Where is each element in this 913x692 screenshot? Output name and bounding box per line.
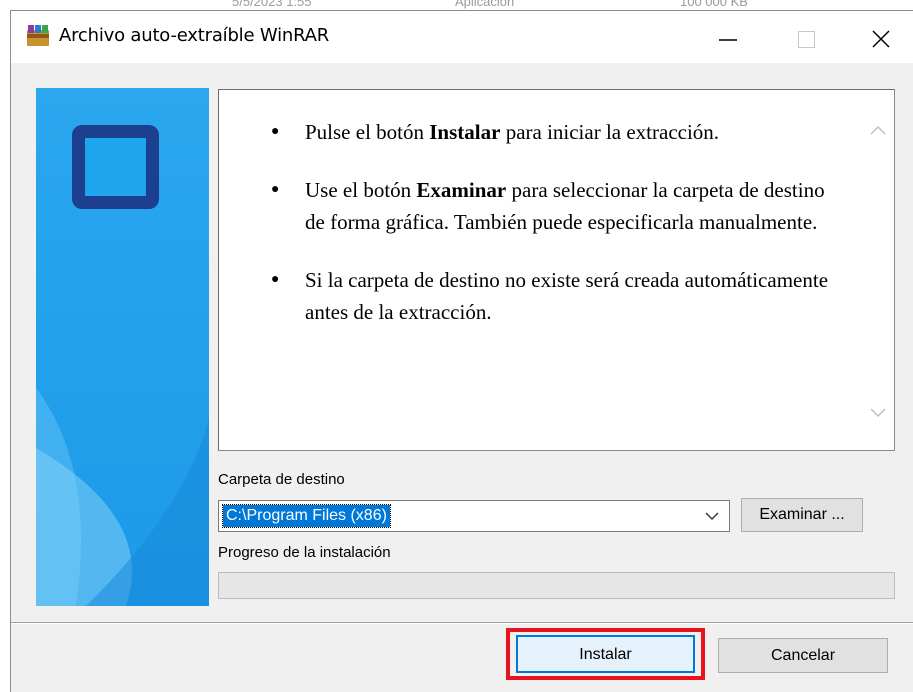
maximize-button (759, 11, 821, 63)
progress-label: Progreso de la instalación (218, 544, 391, 561)
winrar-icon (27, 25, 49, 46)
instruction-text: Use el botón (305, 178, 417, 202)
instruction-bold: Instalar (429, 120, 501, 144)
bg-file-size: 100 000 KB (680, 0, 748, 9)
instructions-scrollbar[interactable] (862, 90, 894, 450)
chevron-down-icon[interactable] (870, 407, 886, 419)
instruction-item: ● Pulse el botón Instalar para iniciar la… (271, 116, 837, 148)
bg-file-type: Aplicación (455, 0, 515, 9)
destination-label: Carpeta de destino (218, 471, 345, 488)
bullet-icon: ● (271, 182, 280, 197)
instruction-item: ● Si la carpeta de destino no existe será… (271, 264, 837, 328)
sidebar-banner (36, 88, 209, 606)
close-icon (872, 30, 890, 48)
close-button[interactable] (851, 11, 913, 63)
instruction-item: ● Use el botón Examinar para seleccionar … (271, 174, 837, 238)
install-button[interactable]: Instalar (516, 635, 695, 673)
instruction-text: Si la carpeta de destino no existe será … (305, 268, 829, 324)
bullet-icon: ● (271, 272, 280, 287)
instructions-panel: ● Pulse el botón Instalar para iniciar la… (218, 89, 895, 451)
minimize-button[interactable] (697, 11, 759, 63)
sfx-dialog-window: Archivo auto-extraíble WinRAR ● Pulse el… (10, 10, 913, 692)
cancel-button[interactable]: Cancelar (718, 638, 888, 673)
maximize-icon (798, 31, 815, 48)
install-progress-bar (218, 572, 895, 599)
window-title: Archivo auto-extraíble WinRAR (59, 25, 330, 46)
instruction-text: Pulse el botón (305, 120, 430, 144)
bg-file-date: 5/5/2023 1:55 (232, 0, 312, 9)
instruction-bold: Examinar (416, 178, 507, 202)
browse-button[interactable]: Examinar ... (741, 498, 863, 532)
instruction-text: para iniciar la extracción. (500, 120, 720, 144)
winrar-logo (72, 125, 159, 209)
chevron-up-icon[interactable] (870, 124, 886, 136)
destination-folder-combobox[interactable]: C:\Program Files (x86) (218, 500, 730, 532)
chevron-down-icon[interactable] (705, 512, 719, 521)
instructions-list: ● Pulse el botón Instalar para iniciar la… (271, 116, 837, 354)
destination-folder-value[interactable]: C:\Program Files (x86) (222, 504, 391, 528)
minimize-icon (719, 39, 737, 41)
footer-separator (11, 622, 913, 624)
title-bar[interactable]: Archivo auto-extraíble WinRAR (11, 11, 913, 63)
bullet-icon: ● (271, 124, 280, 139)
